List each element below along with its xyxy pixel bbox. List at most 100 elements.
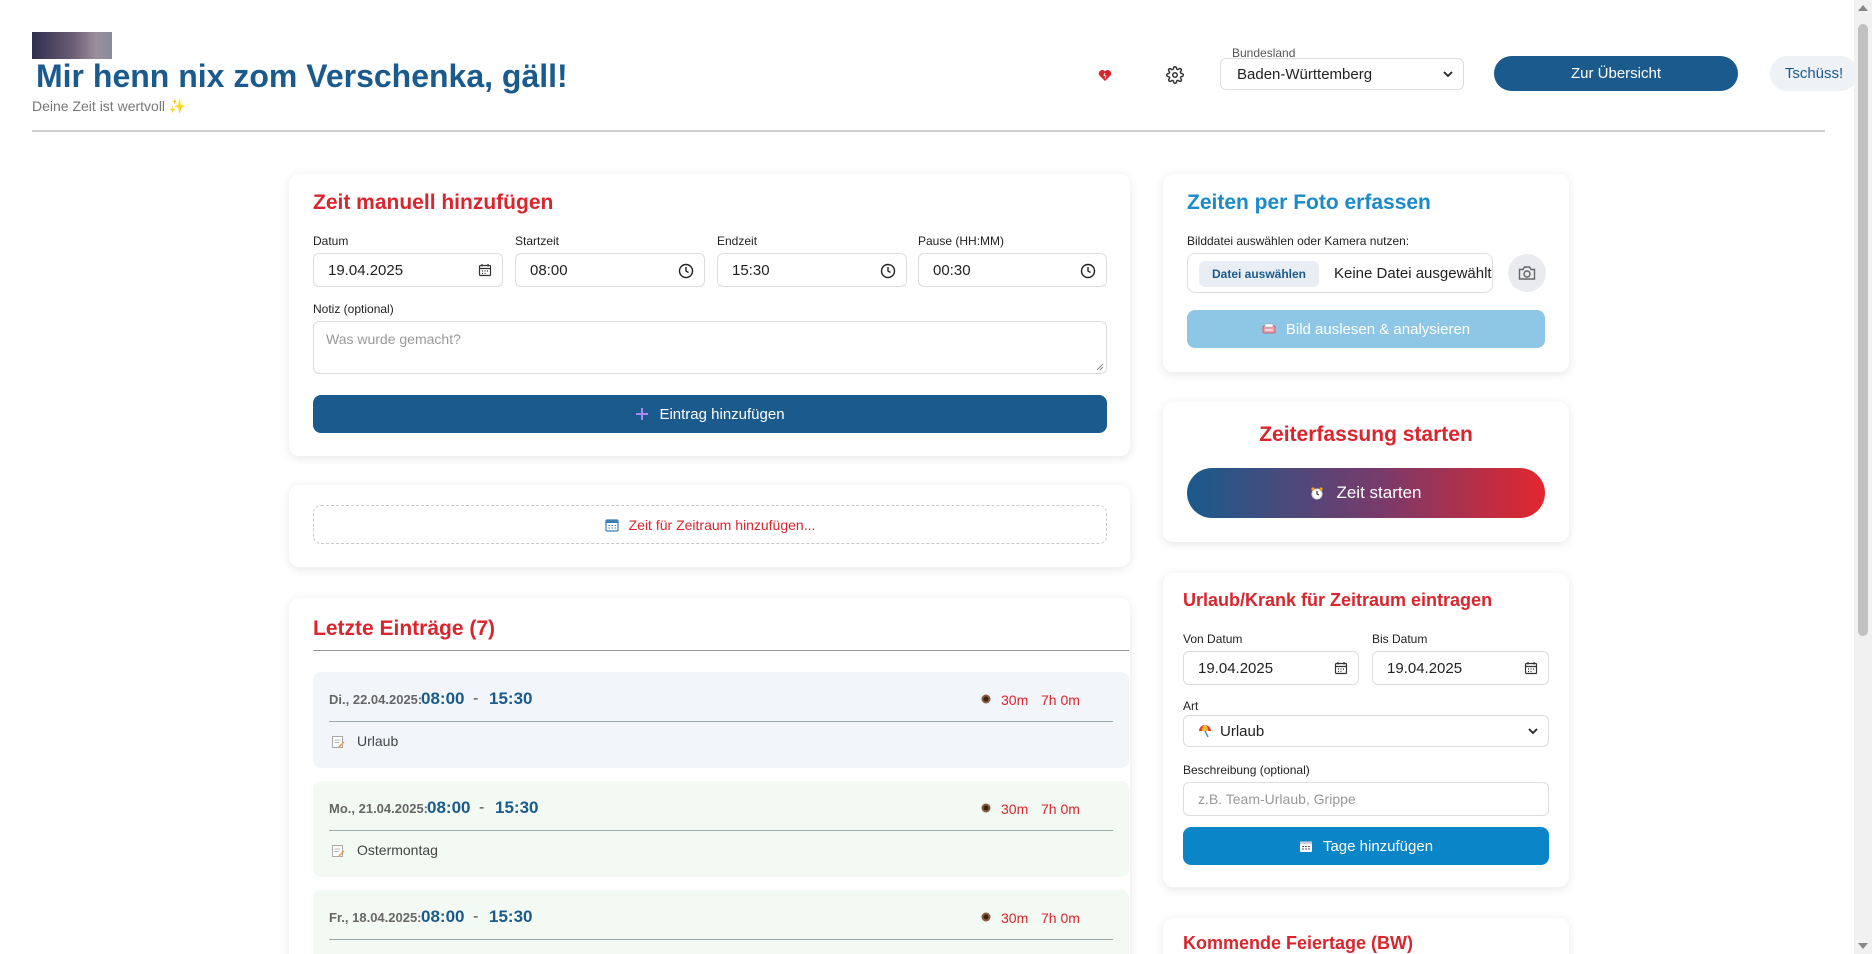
entry-dash: - [473, 908, 479, 925]
overview-button[interactable]: Zur Übersicht [1494, 56, 1738, 91]
add-days-label: Tage hinzufügen [1322, 837, 1434, 855]
holidays-title: Kommende Feiertage (BW) [1183, 933, 1414, 953]
leave-card: Urlaub/Krank für Zeitraum eintragen Von … [1163, 573, 1569, 887]
description-label: Beschreibung (optional) [1183, 763, 1310, 777]
type-label: Art [1183, 699, 1199, 713]
entry-note: Urlaub [357, 733, 399, 749]
file-choose-button[interactable]: Datei auswählen [1199, 261, 1319, 287]
entry-start: 08:00 [427, 798, 471, 817]
region-value: Baden-Württemberg [1237, 65, 1373, 83]
page-subtitle: Deine Zeit ist wertvoll ✨ [32, 98, 187, 114]
plus-icon [636, 408, 649, 420]
start-timer-button[interactable]: Zeit starten [1187, 468, 1545, 518]
calendar-icon [605, 518, 619, 532]
table-row[interactable]: Fr., 18.04.2025: 08:00 - 15:30 30m 7h 0m [313, 890, 1129, 954]
pause-label: Pause (HH:MM) [918, 234, 1005, 248]
table-row[interactable]: Di., 22.04.2025: 08:00 - 15:30 30m 7h 0m… [313, 672, 1129, 768]
entry-date: Fr., 18.04.2025: [329, 910, 422, 925]
holidays-card: Kommende Feiertage (BW) [1163, 918, 1569, 954]
camera-button[interactable] [1508, 254, 1546, 292]
photo-capture-card: Zeiten per Foto erfassen Bilddatei auswä… [1163, 174, 1569, 372]
entry-date: Mo., 21.04.2025: [329, 801, 428, 816]
pause-value: 00:30 [933, 261, 971, 279]
scroll-down-icon[interactable] [1858, 943, 1868, 949]
clock-icon [1080, 263, 1096, 279]
add-entry-button[interactable]: Eintrag hinzufügen [313, 395, 1107, 433]
coffee-icon [981, 912, 991, 922]
recent-entries-card: Letzte Einträge (7) Di., 22.04.2025: 08:… [289, 598, 1130, 954]
analyze-image-label: Bild auslesen & analysieren [1285, 320, 1471, 338]
from-date-input[interactable]: 19.04.2025 [1183, 651, 1359, 685]
coffee-icon [981, 694, 991, 704]
entry-end: 15:30 [489, 689, 533, 708]
add-days-button[interactable]: Tage hinzufügen [1183, 827, 1549, 865]
time-tracking-card: Zeiterfassung starten Zeit starten [1163, 402, 1569, 542]
date-value: 19.04.2025 [328, 261, 404, 279]
description-input[interactable]: z.B. Team-Urlaub, Grippe [1183, 782, 1549, 816]
clock-icon [880, 263, 896, 279]
entry-note: Ostermontag [357, 842, 438, 858]
note-label: Notiz (optional) [313, 302, 394, 316]
entry-pause: 30m [1001, 910, 1029, 926]
leave-title: Urlaub/Krank für Zeitraum eintragen [1183, 590, 1493, 610]
scrollbar-thumb[interactable] [1858, 24, 1868, 636]
from-date-label: Von Datum [1183, 632, 1243, 646]
entry-duration: 7h 0m [1041, 692, 1080, 708]
start-timer-label: Zeit starten [1336, 483, 1422, 502]
table-row[interactable]: Mo., 21.04.2025: 08:00 - 15:30 30m 7h 0m… [313, 781, 1129, 877]
page-scrollbar[interactable] [1854, 0, 1872, 954]
end-time-label: Endzeit [717, 234, 758, 248]
time-tracking-title: Zeiterfassung starten [1259, 423, 1473, 446]
start-time-label: Startzeit [515, 234, 560, 248]
to-date-value: 19.04.2025 [1387, 659, 1463, 677]
calendar-icon [478, 264, 492, 277]
page-title: Mir henn nix zom Verschenka, gäll! [36, 58, 568, 94]
region-select[interactable]: Baden-Württemberg [1220, 58, 1464, 90]
add-entry-label: Eintrag hinzufügen [659, 405, 785, 423]
alarm-clock-icon [1311, 487, 1324, 500]
entry-start: 08:00 [421, 907, 465, 926]
start-time-input[interactable]: 08:00 [515, 253, 705, 287]
file-input[interactable]: Datei auswählen Keine Datei ausgewählt [1187, 253, 1493, 293]
chevron-down-icon [1528, 728, 1538, 735]
logout-button[interactable]: Tschüss! [1770, 56, 1858, 91]
date-input[interactable]: 19.04.2025 [313, 253, 503, 287]
beach-umbrella-icon [1199, 725, 1211, 738]
divider [313, 650, 1129, 651]
range-add-button[interactable]: Zeit für Zeitraum hinzufügen... [313, 505, 1107, 544]
coffee-icon [981, 803, 991, 813]
entry-duration: 7h 0m [1041, 801, 1080, 817]
heart-button[interactable] [1092, 62, 1118, 88]
entry-pause: 30m [1001, 692, 1029, 708]
photo-capture-title: Zeiten per Foto erfassen [1187, 191, 1431, 214]
entry-end: 15:30 [495, 798, 539, 817]
range-add-card: Zeit für Zeitraum hinzufügen... [289, 485, 1130, 567]
memo-icon [332, 736, 345, 748]
entry-duration: 7h 0m [1041, 910, 1080, 926]
note-textarea[interactable]: Was wurde gemacht? [313, 321, 1107, 374]
app-logo [32, 32, 112, 59]
memo-icon [332, 845, 345, 857]
leave-type-value: Urlaub [1220, 722, 1265, 740]
end-time-input[interactable]: 15:30 [717, 253, 907, 287]
entry-dash: - [479, 799, 485, 816]
resize-handle-icon [1096, 363, 1104, 371]
leave-type-select[interactable]: Urlaub [1183, 715, 1549, 747]
entry-separator [329, 830, 1113, 831]
settings-button[interactable] [1160, 60, 1190, 90]
scanner-icon [1262, 323, 1276, 334]
to-date-input[interactable]: 19.04.2025 [1372, 651, 1549, 685]
calendar-icon [1524, 662, 1538, 675]
entry-dash: - [473, 690, 479, 707]
manual-entry-title: Zeit manuell hinzufügen [313, 191, 554, 214]
recent-entries-title: Letzte Einträge (7) [313, 617, 496, 640]
chevron-down-icon [1443, 71, 1453, 78]
analyze-image-button[interactable]: Bild auslesen & analysieren [1187, 310, 1545, 348]
scroll-up-icon[interactable] [1858, 5, 1868, 11]
entry-separator [329, 721, 1113, 722]
calendar-icon [1334, 662, 1348, 675]
app-header: Mir henn nix zom Verschenka, gäll! Deine… [32, 0, 1858, 132]
entry-date: Di., 22.04.2025: [329, 692, 423, 707]
pause-input[interactable]: 00:30 [918, 253, 1107, 287]
date-label: Datum [313, 234, 349, 248]
